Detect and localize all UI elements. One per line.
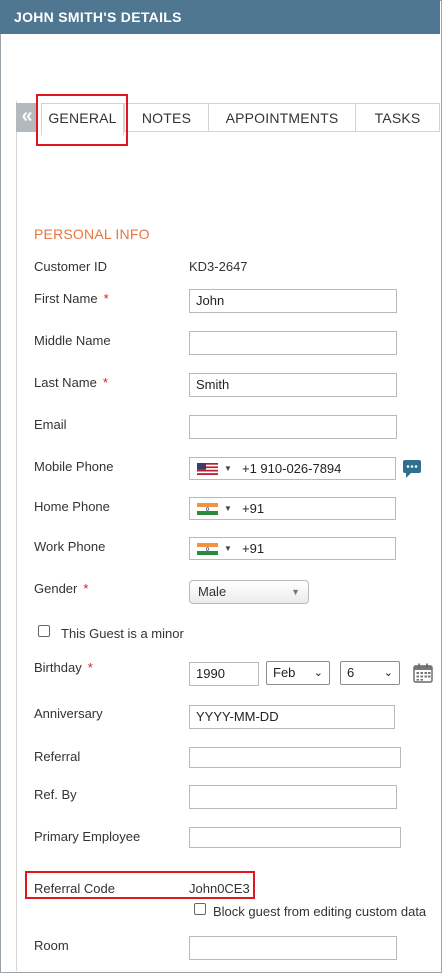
minor-checkbox-label: This Guest is a minor <box>61 626 184 641</box>
required-marker: * <box>103 291 109 306</box>
chevron-down-icon: ⌄ <box>383 667 393 679</box>
ref-by-input[interactable] <box>189 785 397 809</box>
middle-name-label: Middle Name <box>34 333 111 348</box>
mobile-phone-value: +1 910-026-7894 <box>242 461 342 476</box>
gender-value: Male <box>198 584 227 599</box>
gender-select[interactable]: Male ▼ <box>189 580 309 604</box>
anniversary-input[interactable]: YYYY-MM-DD <box>189 705 395 729</box>
mobile-phone-input[interactable]: ▼ +1 910-026-7894 <box>189 457 396 480</box>
calendar-icon[interactable] <box>412 662 434 684</box>
first-name-label-text: First Name <box>34 291 98 306</box>
highlight-referral-code <box>25 871 255 899</box>
collapse-panel-button[interactable]: « <box>16 103 38 132</box>
birthday-day-value: 6 <box>347 665 355 680</box>
ref-by-label: Ref. By <box>34 787 77 802</box>
minor-checkbox[interactable] <box>38 625 50 637</box>
customer-id-value: KD3-2647 <box>189 259 248 274</box>
required-marker: * <box>83 581 89 596</box>
home-phone-label: Home Phone <box>34 499 110 514</box>
gender-label-text: Gender <box>34 581 78 596</box>
india-flag-icon[interactable] <box>197 543 218 555</box>
anniversary-label: Anniversary <box>34 706 103 721</box>
section-title-personal-info: PERSONAL INFO <box>34 226 150 242</box>
required-marker: * <box>87 660 93 675</box>
tab-appointments[interactable]: APPOINTMENTS <box>208 103 356 132</box>
gender-label: Gender * <box>34 581 88 596</box>
room-input[interactable] <box>189 936 397 960</box>
primary-employee-label: Primary Employee <box>34 829 141 844</box>
chevron-down-icon: ▼ <box>291 587 300 597</box>
primary-employee-input[interactable] <box>189 827 401 848</box>
country-dropdown-caret-icon[interactable]: ▼ <box>224 498 232 519</box>
birthday-month-select[interactable]: Feb ⌄ <box>266 661 330 685</box>
room-label: Room <box>34 938 69 953</box>
required-marker: * <box>102 375 108 390</box>
email-label: Email <box>34 417 67 432</box>
india-flag-icon[interactable] <box>197 503 218 515</box>
country-dropdown-caret-icon[interactable]: ▼ <box>224 458 232 479</box>
tab-tasks[interactable]: TASKS <box>355 103 440 132</box>
birthday-day-select[interactable]: 6 ⌄ <box>340 661 400 685</box>
email-input[interactable] <box>189 415 397 439</box>
chevron-down-icon: ⌄ <box>313 667 323 679</box>
home-phone-input[interactable]: ▼ +91 <box>189 497 396 520</box>
referral-label: Referral <box>34 749 81 764</box>
last-name-label: Last Name * <box>34 375 108 390</box>
country-dropdown-caret-icon[interactable]: ▼ <box>224 538 232 559</box>
last-name-label-text: Last Name <box>34 375 97 390</box>
highlight-general-tab <box>36 94 128 146</box>
block-guest-checkbox[interactable] <box>194 903 206 915</box>
birthday-month-value: Feb <box>273 665 296 680</box>
work-phone-input[interactable]: ▼ +91 <box>189 537 396 560</box>
home-phone-value: +91 <box>242 501 265 516</box>
work-phone-value: +91 <box>242 541 265 556</box>
us-flag-icon[interactable] <box>197 463 218 475</box>
tab-notes[interactable]: NOTES <box>124 103 209 132</box>
birthday-label: Birthday * <box>34 660 93 675</box>
last-name-input[interactable]: Smith <box>189 373 397 397</box>
middle-name-input[interactable] <box>189 331 397 355</box>
birthday-year-input[interactable]: 1990 <box>189 662 259 686</box>
first-name-input[interactable]: John <box>189 289 397 313</box>
sms-chat-icon[interactable] <box>402 459 422 479</box>
birthday-label-text: Birthday <box>34 660 82 675</box>
first-name-label: First Name * <box>34 291 109 306</box>
referral-input[interactable] <box>189 747 401 768</box>
customer-id-label: Customer ID <box>34 259 107 274</box>
mobile-phone-label: Mobile Phone <box>34 459 114 474</box>
block-guest-checkbox-label: Block guest from editing custom data <box>213 904 427 919</box>
work-phone-label: Work Phone <box>34 539 106 554</box>
window-title: JOHN SMITH'S DETAILS <box>0 0 440 34</box>
